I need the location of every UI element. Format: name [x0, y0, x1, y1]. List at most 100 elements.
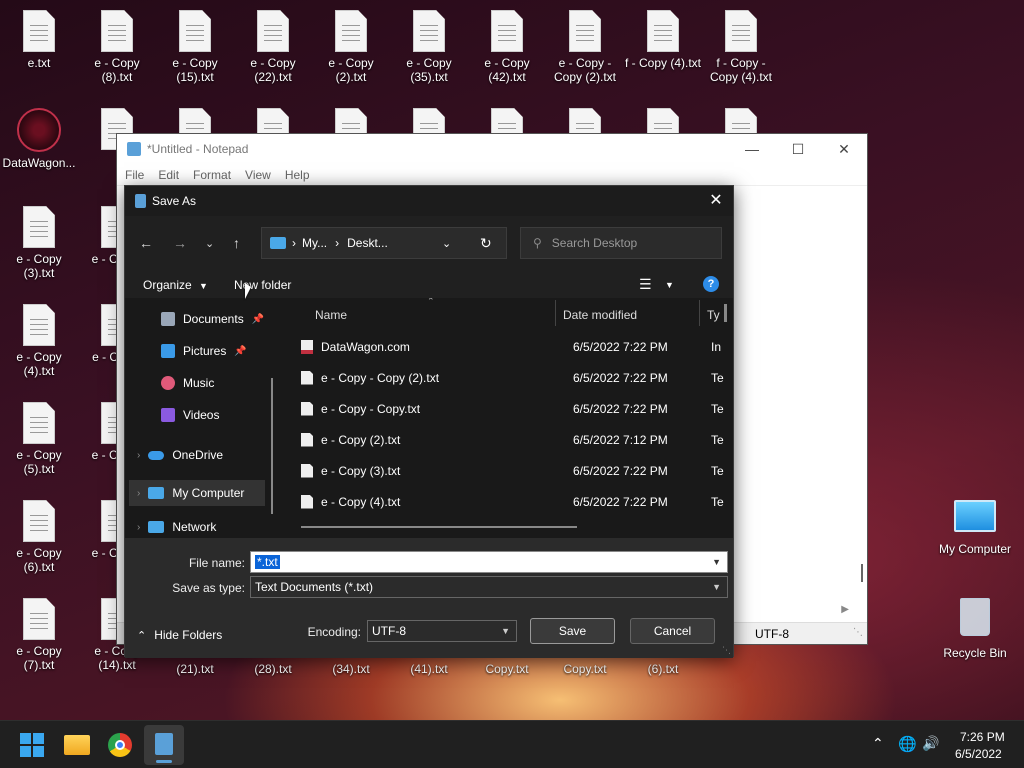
search-input[interactable]: ⚲ Search Desktop	[520, 227, 722, 259]
desktop-file-icon[interactable]: f - Copy (4).txt	[624, 10, 702, 70]
close-icon[interactable]: ✕	[821, 134, 867, 164]
file-explorer-icon[interactable]	[64, 735, 90, 755]
close-icon[interactable]: ✕	[699, 186, 733, 216]
file-type: Te	[711, 401, 724, 416]
forward-arrow-icon[interactable]: →	[173, 235, 187, 251]
videos-icon	[161, 408, 175, 422]
resize-grip-icon[interactable]: ⋱	[722, 645, 731, 656]
column-header-name[interactable]: Name	[315, 308, 347, 322]
start-windows-icon[interactable]	[20, 733, 44, 757]
clock-time[interactable]: 7:26 PM	[960, 730, 1005, 744]
desktop-file-icon[interactable]: e - Copy - Copy (2).txt	[546, 10, 624, 84]
desktop-file-icon[interactable]: e.txt	[0, 10, 78, 70]
menu-file[interactable]: File	[125, 168, 144, 182]
menu-format[interactable]: Format	[193, 168, 231, 182]
desktop-file-icon[interactable]: e - Copy (3).txt	[0, 206, 78, 280]
file-row[interactable]: e - Copy (2).txt 6/5/2022 7:12 PM Te	[301, 424, 733, 455]
desktop-file-icon[interactable]: e - Copy (15).txt	[156, 10, 234, 84]
dialog-titlebar[interactable]: Save As ✕	[125, 186, 733, 216]
address-dropdown-icon[interactable]: ⌄	[442, 237, 451, 250]
notepad-taskbar-button[interactable]	[144, 725, 184, 765]
menu-view[interactable]: View	[245, 168, 271, 182]
column-header-date[interactable]: Date modified	[563, 308, 637, 322]
breadcrumb-separator-icon: ›	[335, 236, 340, 250]
expand-chevron-icon[interactable]: ›	[137, 450, 140, 461]
desktop-file-icon[interactable]: e - Copy (22).txt	[234, 10, 312, 84]
cancel-button[interactable]: Cancel	[630, 618, 715, 644]
chrome-icon[interactable]	[108, 733, 132, 757]
text-file-icon	[301, 463, 313, 478]
vertical-scrollbar[interactable]	[724, 304, 727, 322]
scroll-right-icon[interactable]: ▶	[841, 604, 849, 615]
address-bar[interactable]: › My... › Deskt... ⌄ ↻	[261, 227, 507, 259]
help-icon[interactable]: ?	[703, 276, 719, 292]
nav-item-my-computer[interactable]: › My Computer	[129, 480, 265, 506]
file-row[interactable]: e - Copy - Copy (2).txt 6/5/2022 7:22 PM…	[301, 362, 733, 393]
text-file-icon	[301, 401, 313, 416]
volume-icon[interactable]: 🔊	[922, 735, 939, 752]
expand-chevron-icon[interactable]: ›	[137, 522, 140, 533]
notepad-titlebar[interactable]: *Untitled - Notepad — ☐ ✕	[117, 134, 867, 164]
maximize-icon[interactable]: ☐	[775, 134, 821, 164]
save-button[interactable]: Save	[530, 618, 615, 644]
menu-edit[interactable]: Edit	[158, 168, 179, 182]
view-options-icon[interactable]: ☰	[639, 276, 652, 293]
navpane-scrollbar[interactable]	[271, 378, 273, 514]
navigation-pane[interactable]: Documents 📌 Pictures 📌 Music Videos › On…	[125, 298, 283, 538]
file-name: e - Copy - Copy.txt	[321, 401, 421, 416]
file-row[interactable]: e - Copy (4).txt 6/5/2022 7:22 PM Te	[301, 486, 733, 517]
file-name-input[interactable]: *.txt ▼	[250, 551, 728, 573]
column-divider	[555, 300, 556, 326]
breadcrumb-my-computer[interactable]: My...	[302, 236, 327, 250]
network-globe-icon[interactable]: 🌐	[898, 735, 917, 753]
refresh-icon[interactable]: ↻	[480, 235, 492, 252]
resize-grip-icon[interactable]: ⋱	[853, 627, 863, 638]
vertical-scrollbar[interactable]	[861, 564, 863, 582]
nav-item-videos[interactable]: Videos	[161, 408, 219, 422]
menu-help[interactable]: Help	[285, 168, 310, 182]
show-hidden-icons-chevron-icon[interactable]: ⌃	[872, 735, 884, 752]
expand-chevron-icon[interactable]: ›	[137, 488, 140, 499]
desktop-file-icon[interactable]: e - Copy (42).txt	[468, 10, 546, 84]
chevron-down-icon[interactable]: ▼	[712, 582, 721, 592]
nav-item-pictures[interactable]: Pictures 📌	[161, 344, 247, 358]
chevron-down-icon[interactable]: ▼	[501, 626, 510, 636]
music-icon	[161, 376, 175, 390]
my-computer-desktop-icon[interactable]: My Computer	[936, 500, 1014, 556]
file-row[interactable]: e - Copy (3).txt 6/5/2022 7:22 PM Te	[301, 455, 733, 486]
chevron-down-icon[interactable]: ▼	[665, 280, 674, 290]
desktop-file-icon[interactable]: e - Copy (8).txt	[78, 10, 156, 84]
nav-item-documents[interactable]: Documents 📌	[161, 312, 264, 326]
desktop-file-icon[interactable]: e - Copy (2).txt	[312, 10, 390, 84]
desktop-file-icon[interactable]: e - Copy (4).txt	[0, 304, 78, 378]
minimize-icon[interactable]: —	[729, 134, 775, 164]
back-arrow-icon[interactable]: ←	[139, 235, 153, 251]
nav-item-music[interactable]: Music	[161, 376, 214, 390]
file-row[interactable]: DataWagon.com 6/5/2022 7:22 PM In	[301, 331, 733, 362]
desktop-file-icon[interactable]: e - Copy (35).txt	[390, 10, 468, 84]
clock-date[interactable]: 6/5/2022	[955, 747, 1002, 761]
recycle-bin-desktop-icon[interactable]: Recycle Bin	[936, 598, 1014, 660]
file-list[interactable]: ⌃ Name Date modified Ty DataWagon.com 6/…	[285, 298, 733, 538]
encoding-select[interactable]: UTF-8 ▼	[367, 620, 517, 642]
recent-locations-chevron-icon[interactable]: ⌄	[205, 237, 214, 250]
new-folder-button[interactable]: New folder	[234, 278, 291, 292]
desktop-file-icon[interactable]: e - Copy (6).txt	[0, 500, 78, 574]
desktop-file-icon[interactable]: f - Copy - Copy (4).txt	[702, 10, 780, 84]
column-header-type[interactable]: Ty	[707, 308, 720, 322]
organize-button[interactable]: Organize ▼	[143, 278, 208, 292]
desktop-file-icon[interactable]: e - Copy (5).txt	[0, 402, 78, 476]
chevron-down-icon[interactable]: ▼	[712, 557, 721, 567]
save-type-select[interactable]: Text Documents (*.txt) ▼	[250, 576, 728, 598]
nav-item-network[interactable]: › Network	[137, 520, 216, 534]
breadcrumb-desktop[interactable]: Deskt...	[347, 236, 388, 250]
hide-folders-button[interactable]: ⌃ Hide Folders	[137, 628, 222, 642]
horizontal-scrollbar[interactable]	[301, 526, 577, 528]
file-row[interactable]: e - Copy - Copy.txt 6/5/2022 7:22 PM Te	[301, 393, 733, 424]
nav-item-label: OneDrive	[172, 448, 224, 462]
up-arrow-icon[interactable]: ↑	[233, 235, 240, 251]
datawagon-shortcut[interactable]: DataWagon...	[0, 108, 78, 170]
desktop-icon-label: (6).txt	[624, 662, 702, 676]
desktop-file-icon[interactable]: e - Copy (7).txt	[0, 598, 78, 672]
nav-item-onedrive[interactable]: › OneDrive	[137, 448, 223, 462]
